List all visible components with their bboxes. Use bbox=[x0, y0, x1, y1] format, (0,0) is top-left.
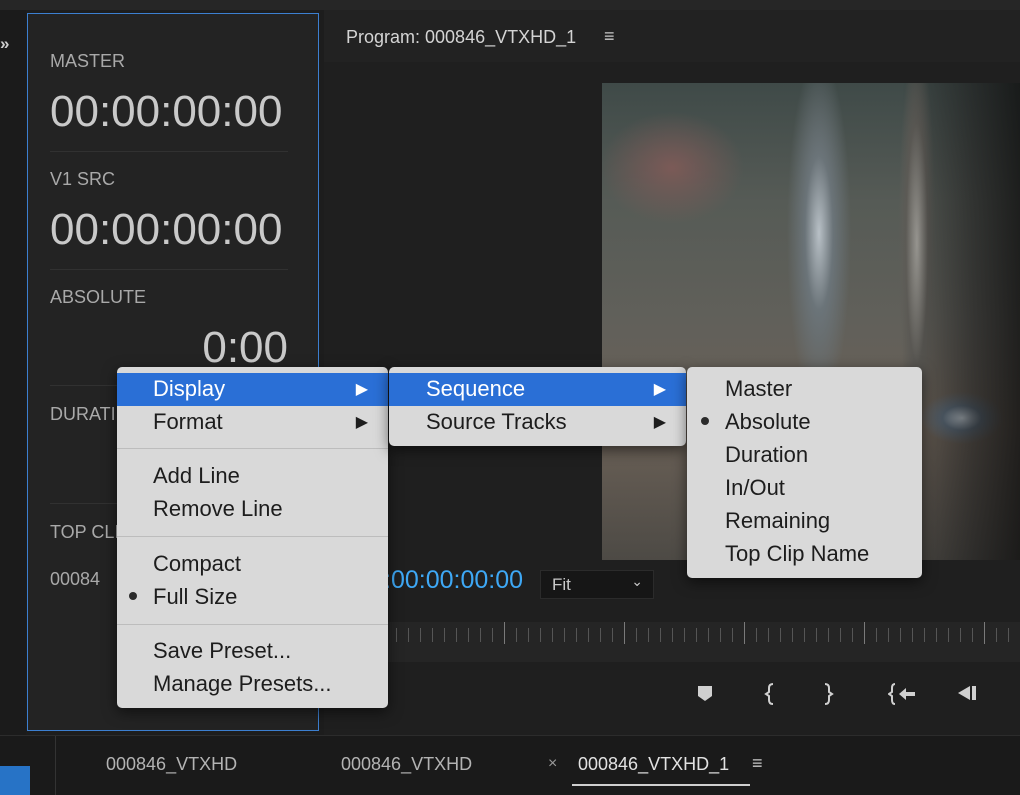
tc-label-duration: DURATI bbox=[50, 404, 116, 424]
go-to-in-icon[interactable] bbox=[887, 682, 918, 712]
menu-item-full-size[interactable]: Full Size bbox=[117, 581, 388, 614]
menu-item-add-line[interactable]: Add Line bbox=[117, 460, 388, 493]
menu-item-in-out[interactable]: In/Out bbox=[687, 472, 922, 505]
checked-bullet-icon bbox=[701, 417, 709, 425]
menu-item-display[interactable]: Display ▶ bbox=[117, 373, 388, 406]
tc-label-v1-src: V1 SRC bbox=[50, 169, 116, 189]
menu-item-label: In/Out bbox=[725, 475, 785, 500]
menu-item-remove-line[interactable]: Remove Line bbox=[117, 493, 388, 526]
expand-panels-icon[interactable]: » bbox=[0, 34, 10, 54]
program-header: Program: 000846_VTXHD_1 ≡ bbox=[324, 10, 1020, 62]
tc-section-v1-src: V1 SRC 00:00:00:00 bbox=[50, 169, 288, 270]
tab-sequence-2[interactable]: 000846_VTXHD bbox=[341, 754, 472, 775]
tc-value-master: 00:00:00:00 bbox=[50, 87, 283, 136]
chevron-down-icon: ⌄ bbox=[631, 573, 643, 589]
tab-sequence-1[interactable]: 000846_VTXHD bbox=[106, 754, 237, 775]
tab-bar-accent bbox=[0, 766, 30, 795]
menu-item-label: Full Size bbox=[153, 584, 238, 609]
menu-item-top-clip-name[interactable]: Top Clip Name bbox=[687, 538, 922, 571]
context-menu-sequence: Master Absolute Duration In/Out Remainin… bbox=[687, 367, 922, 578]
context-menu-main: Display ▶ Format ▶ Add Line Remove Line … bbox=[117, 367, 388, 708]
playhead-timecode[interactable]: :00:00:00:00 bbox=[384, 566, 523, 595]
menu-separator bbox=[117, 624, 388, 625]
menu-item-absolute[interactable]: Absolute bbox=[687, 406, 922, 439]
menu-item-label: Add Line bbox=[153, 463, 240, 488]
tab-sequence-3[interactable]: 000846_VTXHD_1 bbox=[578, 754, 729, 775]
menu-item-label: Duration bbox=[725, 442, 809, 467]
menu-item-label: Remove Line bbox=[153, 496, 283, 521]
time-ruler[interactable] bbox=[384, 622, 1020, 662]
menu-item-label: Save Preset... bbox=[153, 638, 292, 663]
menu-item-label: Top Clip Name bbox=[725, 541, 870, 566]
transport-controls bbox=[684, 682, 1020, 712]
tc-value-v1-src: 00:00:00:00 bbox=[50, 205, 283, 254]
menu-item-compact[interactable]: Compact bbox=[117, 548, 388, 581]
menu-item-label: Absolute bbox=[725, 409, 811, 434]
menu-item-label: Manage Presets... bbox=[153, 671, 332, 696]
zoom-fit-select[interactable]: Fit ⌄ bbox=[540, 570, 654, 599]
tc-section-master: MASTER 00:00:00:00 bbox=[50, 51, 288, 152]
tc-value-top-clip: 00084 bbox=[50, 569, 101, 589]
tc-label-top-clip: TOP CLI bbox=[50, 522, 120, 542]
mark-out-icon[interactable] bbox=[820, 682, 834, 712]
menu-item-label: Master bbox=[725, 376, 793, 401]
tab-menu-icon[interactable]: ≡ bbox=[752, 753, 763, 774]
step-back-icon[interactable] bbox=[954, 682, 980, 710]
tc-label-master: MASTER bbox=[50, 51, 126, 71]
sequence-tab-bar: 000846_VTXHD 000846_VTXHD × 000846_VTXHD… bbox=[0, 735, 1020, 795]
submenu-arrow-icon: ▶ bbox=[653, 381, 666, 398]
menu-item-source-tracks[interactable]: Source Tracks ▶ bbox=[389, 406, 686, 439]
submenu-arrow-icon: ▶ bbox=[355, 414, 368, 431]
close-icon[interactable]: × bbox=[548, 755, 557, 773]
menu-item-label: Display bbox=[153, 376, 226, 401]
menu-item-label: Source Tracks bbox=[426, 409, 567, 434]
left-edge-panel: » bbox=[0, 10, 26, 735]
fit-select-value: Fit bbox=[552, 575, 571, 594]
mark-in-icon[interactable] bbox=[764, 682, 778, 712]
top-strip bbox=[0, 0, 1020, 10]
program-title[interactable]: Program: 000846_VTXHD_1 bbox=[346, 27, 576, 48]
menu-item-label: Compact bbox=[153, 551, 242, 576]
menu-item-manage-presets[interactable]: Manage Presets... bbox=[117, 668, 388, 701]
ruler-major-ticks bbox=[384, 622, 1020, 644]
submenu-arrow-icon: ▶ bbox=[653, 414, 666, 431]
menu-item-label: Remaining bbox=[725, 508, 831, 533]
checked-bullet-icon bbox=[129, 592, 137, 600]
menu-separator bbox=[117, 536, 388, 537]
panel-menu-icon[interactable]: ≡ bbox=[604, 26, 615, 47]
active-tab-underline bbox=[572, 784, 750, 786]
tc-label-absolute: ABSOLUTE bbox=[50, 287, 147, 307]
tab-divider bbox=[55, 736, 56, 795]
menu-item-duration[interactable]: Duration bbox=[687, 439, 922, 472]
menu-item-format[interactable]: Format ▶ bbox=[117, 406, 388, 439]
menu-item-sequence[interactable]: Sequence ▶ bbox=[389, 373, 686, 406]
menu-item-save-preset[interactable]: Save Preset... bbox=[117, 635, 388, 668]
menu-separator bbox=[117, 448, 388, 449]
menu-item-label: Format bbox=[153, 409, 223, 434]
menu-item-label: Sequence bbox=[426, 376, 526, 401]
add-marker-icon[interactable] bbox=[696, 682, 714, 710]
menu-item-remaining[interactable]: Remaining bbox=[687, 505, 922, 538]
menu-item-master[interactable]: Master bbox=[687, 373, 922, 406]
context-menu-display: Sequence ▶ Source Tracks ▶ bbox=[389, 367, 686, 446]
submenu-arrow-icon: ▶ bbox=[355, 381, 368, 398]
tc-value-absolute: 0:00 bbox=[202, 323, 288, 372]
